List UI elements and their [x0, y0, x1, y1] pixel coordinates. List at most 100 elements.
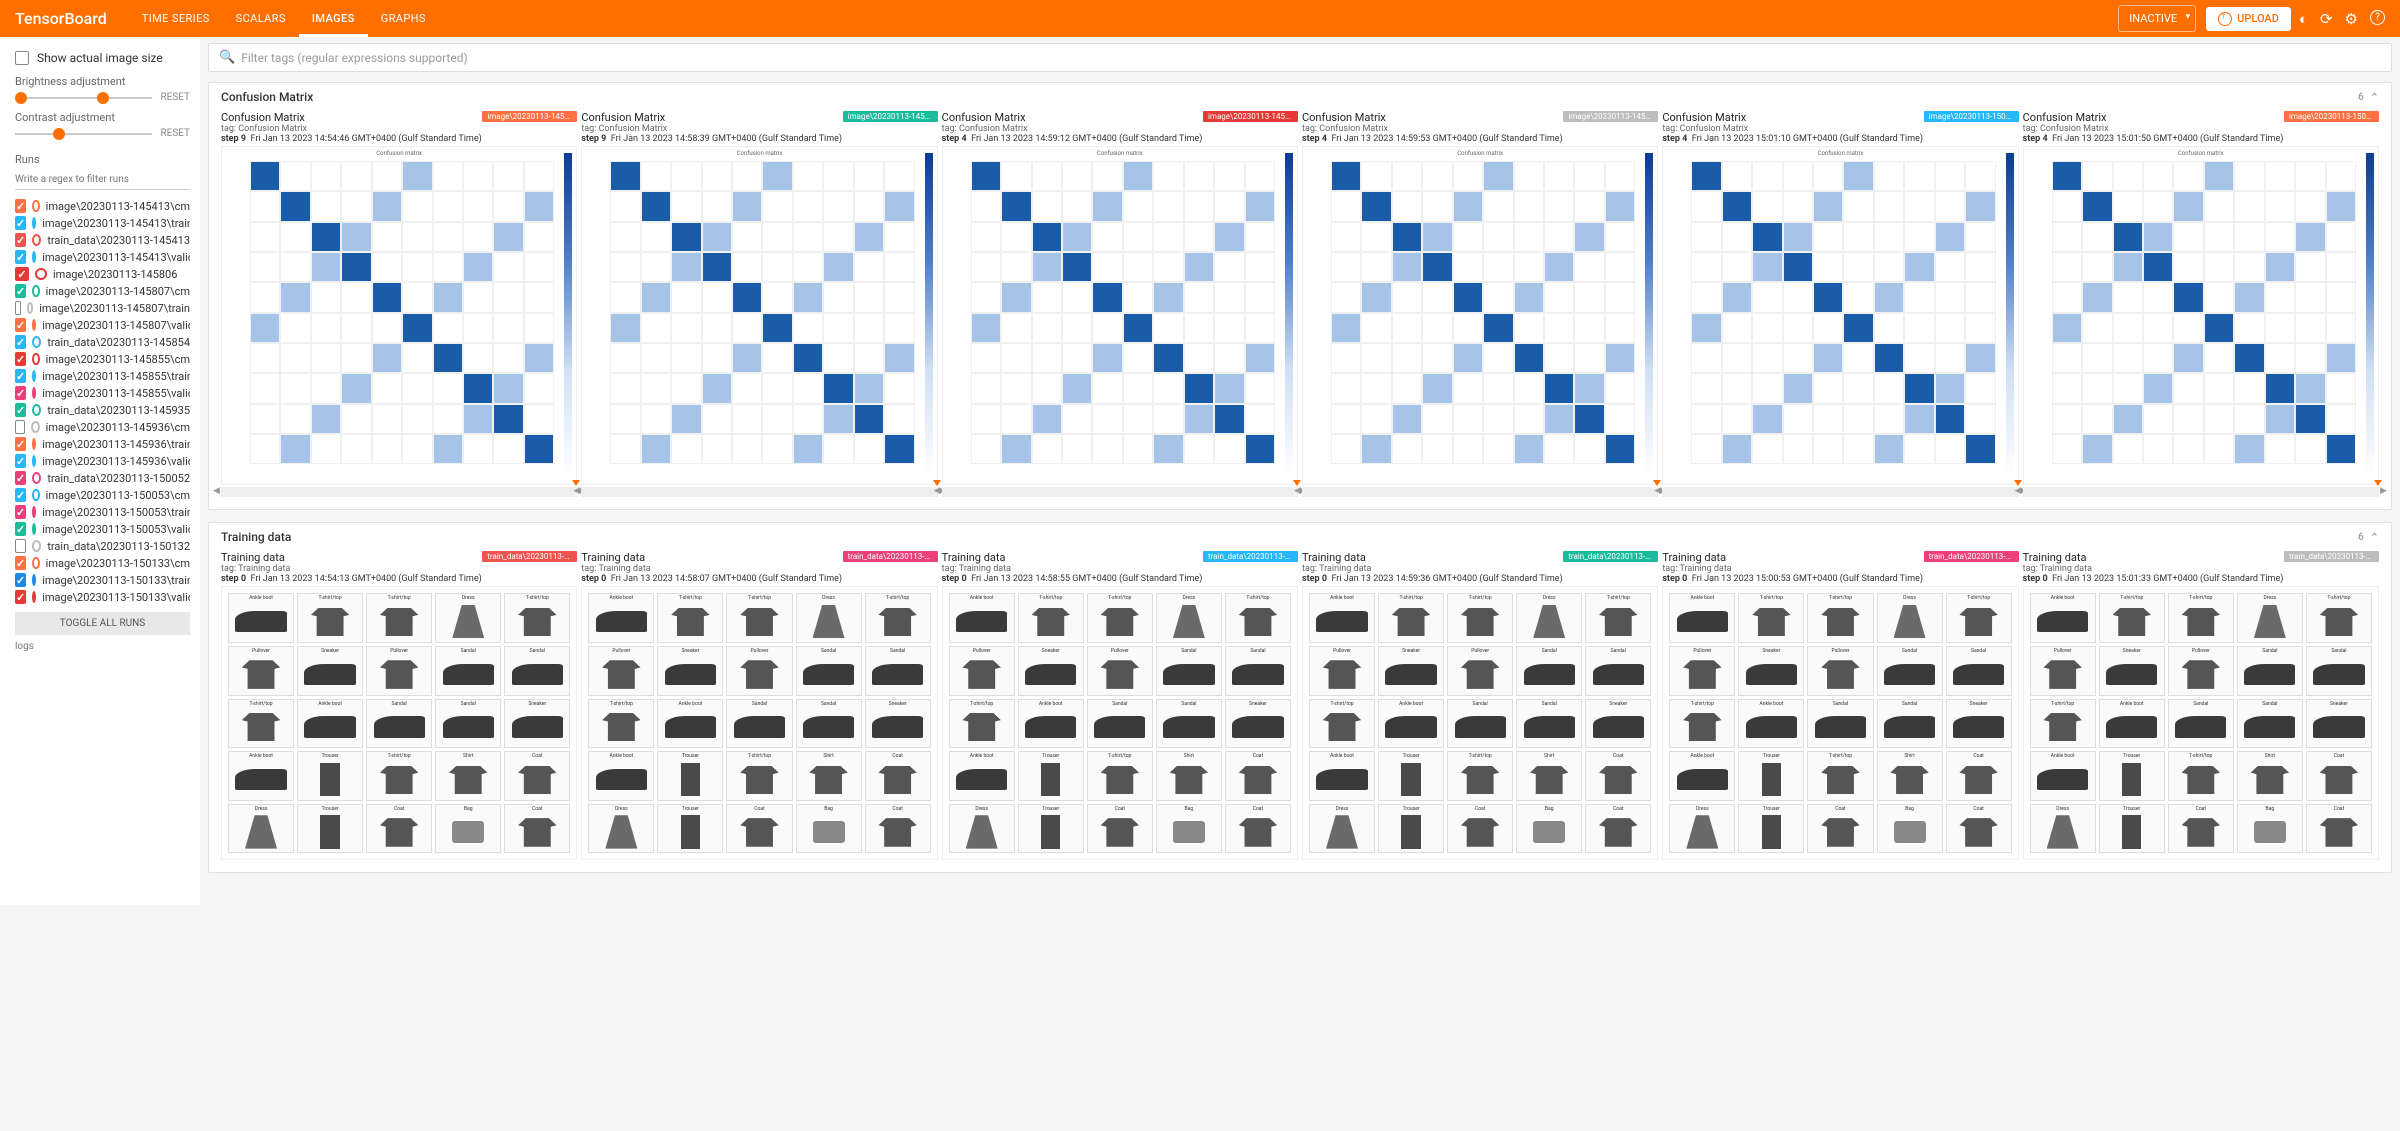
- collapse-icon[interactable]: ⌃: [2370, 91, 2379, 104]
- run-checkbox[interactable]: [15, 199, 26, 213]
- toggle-all-runs-button[interactable]: TOGGLE ALL RUNS: [15, 612, 190, 635]
- run-radio[interactable]: [35, 268, 47, 280]
- run-radio[interactable]: [32, 217, 36, 229]
- run-radio[interactable]: [32, 387, 36, 399]
- run-checkbox[interactable]: [15, 539, 26, 553]
- upload-button[interactable]: UPLOAD: [2206, 7, 2291, 31]
- run-item[interactable]: train_data\20230113-150132: [15, 539, 190, 553]
- run-radio[interactable]: [32, 200, 39, 212]
- tab-graphs[interactable]: GRAPHS: [368, 1, 439, 36]
- run-item[interactable]: image\20230113-150053\cm: [15, 488, 190, 502]
- step-slider[interactable]: [2023, 487, 2379, 497]
- run-radio[interactable]: [32, 234, 41, 246]
- run-item[interactable]: image\20230113-145807\train: [15, 301, 190, 315]
- image-card[interactable]: image\20230113-150053\cm Confusion Matri…: [1662, 111, 2018, 497]
- image-card[interactable]: image\20230113-145807\cm Confusion Matri…: [581, 111, 937, 497]
- run-item[interactable]: image\20230113-145413\train: [15, 216, 190, 230]
- run-checkbox[interactable]: [15, 233, 26, 247]
- run-item[interactable]: image\20230113-150053\train: [15, 505, 190, 519]
- run-checkbox[interactable]: [15, 267, 29, 281]
- step-slider[interactable]: [1302, 487, 1658, 497]
- run-item[interactable]: train_data\20230113-145413: [15, 233, 190, 247]
- run-item[interactable]: image\20230113-150133\cm: [15, 556, 190, 570]
- run-radio[interactable]: [32, 557, 39, 569]
- run-item[interactable]: image\20230113-145936\cm: [15, 420, 190, 434]
- run-radio[interactable]: [32, 472, 41, 484]
- run-checkbox[interactable]: [15, 369, 26, 383]
- show-actual-size-option[interactable]: Show actual image size: [15, 51, 190, 65]
- contrast-slider[interactable]: [15, 133, 152, 135]
- run-checkbox[interactable]: [15, 318, 26, 332]
- help-icon[interactable]: ?: [2370, 10, 2385, 25]
- tab-images[interactable]: IMAGES: [299, 1, 368, 36]
- run-item[interactable]: image\20230113-145855\validation: [15, 386, 190, 400]
- run-checkbox[interactable]: [15, 335, 26, 349]
- brightness-slider[interactable]: [15, 97, 152, 99]
- brightness-reset[interactable]: RESET: [160, 92, 190, 103]
- run-item[interactable]: image\20230113-145855\train: [15, 369, 190, 383]
- step-slider[interactable]: [221, 487, 577, 497]
- image-card[interactable]: train_data\20230113-150132 Training data…: [2023, 551, 2379, 860]
- step-slider[interactable]: [1662, 487, 2018, 497]
- run-checkbox[interactable]: [15, 437, 26, 451]
- run-item[interactable]: image\20230113-150133\train: [15, 573, 190, 587]
- show-actual-size-checkbox[interactable]: [15, 51, 29, 65]
- run-radio[interactable]: [32, 540, 42, 552]
- step-slider[interactable]: [581, 487, 937, 497]
- run-radio[interactable]: [32, 251, 36, 263]
- run-radio[interactable]: [32, 404, 41, 416]
- run-radio[interactable]: [32, 370, 36, 382]
- run-radio[interactable]: [32, 523, 36, 535]
- refresh-icon[interactable]: ⟳: [2320, 10, 2333, 28]
- run-radio[interactable]: [32, 455, 36, 467]
- contrast-reset[interactable]: RESET: [160, 128, 190, 139]
- step-slider[interactable]: [942, 487, 1298, 497]
- run-checkbox[interactable]: [15, 488, 26, 502]
- run-checkbox[interactable]: [15, 284, 26, 298]
- image-card[interactable]: train_data\20230113-145806 Training data…: [581, 551, 937, 860]
- run-checkbox[interactable]: [15, 454, 26, 468]
- run-item[interactable]: image\20230113-145807\validation: [15, 318, 190, 332]
- run-item[interactable]: image\20230113-145413\validation: [15, 250, 190, 264]
- run-radio[interactable]: [32, 489, 39, 501]
- run-radio[interactable]: [32, 319, 36, 331]
- run-item[interactable]: image\20230113-150053\validation: [15, 522, 190, 536]
- run-checkbox[interactable]: [15, 216, 26, 230]
- image-card[interactable]: train_data\20230113-150052 Training data…: [1662, 551, 2018, 860]
- run-radio[interactable]: [32, 438, 36, 450]
- run-checkbox[interactable]: [15, 386, 26, 400]
- tab-scalars[interactable]: SCALARS: [223, 1, 299, 36]
- run-radio[interactable]: [32, 591, 36, 603]
- run-checkbox[interactable]: [15, 590, 26, 604]
- run-item[interactable]: image\20230113-145807\cm: [15, 284, 190, 298]
- run-item[interactable]: image\20230113-145855\cm: [15, 352, 190, 366]
- image-card[interactable]: train_data\20230113-145854 Training data…: [942, 551, 1298, 860]
- run-radio[interactable]: [32, 336, 41, 348]
- run-checkbox[interactable]: [15, 556, 26, 570]
- run-checkbox[interactable]: [15, 403, 26, 417]
- tag-filter-bar[interactable]: 🔍 Filter tags (regular expressions suppo…: [208, 43, 2392, 72]
- run-item[interactable]: image\20230113-150133\validation: [15, 590, 190, 604]
- tab-time-series[interactable]: TIME SERIES: [129, 1, 223, 36]
- image-card[interactable]: image\20230113-145413\cm Confusion Matri…: [221, 111, 577, 497]
- run-checkbox[interactable]: [15, 250, 26, 264]
- run-checkbox[interactable]: [15, 301, 21, 315]
- run-item[interactable]: train_data\20230113-145854: [15, 335, 190, 349]
- image-card[interactable]: image\20230113-150133\cm Confusion Matri…: [2023, 111, 2379, 497]
- image-card[interactable]: image\20230113-145855\cm Confusion Matri…: [942, 111, 1298, 497]
- collapse-icon[interactable]: ⌃: [2370, 531, 2379, 544]
- image-card[interactable]: train_data\20230113-145413 Training data…: [221, 551, 577, 860]
- run-radio[interactable]: [31, 421, 40, 433]
- run-item[interactable]: image\20230113-145413\cm: [15, 199, 190, 213]
- image-card[interactable]: image\20230113-145936\cm Confusion Matri…: [1302, 111, 1658, 497]
- run-checkbox[interactable]: [15, 522, 26, 536]
- run-radio[interactable]: [32, 506, 36, 518]
- run-checkbox[interactable]: [15, 471, 26, 485]
- run-checkbox[interactable]: [15, 420, 25, 434]
- runs-filter-input[interactable]: [15, 170, 190, 190]
- run-radio[interactable]: [32, 285, 39, 297]
- image-card[interactable]: train_data\20230113-145935 Training data…: [1302, 551, 1658, 860]
- run-item[interactable]: image\20230113-145806: [15, 267, 190, 281]
- run-item[interactable]: train_data\20230113-150052: [15, 471, 190, 485]
- run-item[interactable]: image\20230113-145936\train: [15, 437, 190, 451]
